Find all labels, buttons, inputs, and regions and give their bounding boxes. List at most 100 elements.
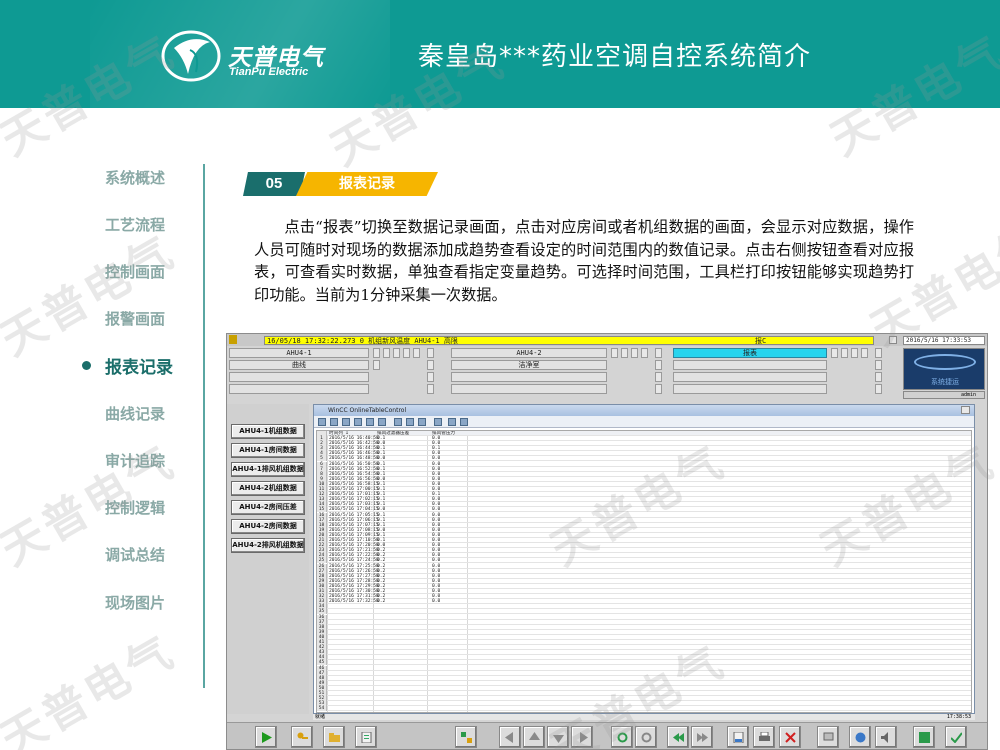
nav-left-button[interactable] <box>499 726 521 748</box>
screen-button-empty[interactable] <box>229 384 369 394</box>
report-screenshot: 16/05/18 17:32:22.273 0 机组新风温度_AHU4-1_高限… <box>226 333 988 750</box>
screen-button-empty[interactable] <box>673 360 827 370</box>
nav-cell[interactable] <box>413 348 420 358</box>
screen-button-empty[interactable] <box>673 372 827 382</box>
nav-cell[interactable] <box>621 348 628 358</box>
first-page-icon[interactable] <box>330 418 338 426</box>
back-button[interactable] <box>667 726 689 748</box>
language-button[interactable] <box>913 726 935 748</box>
forward-button[interactable] <box>691 726 713 748</box>
refresh-icon <box>617 732 628 743</box>
nav-cell[interactable] <box>841 348 848 358</box>
screen-button-empty[interactable] <box>451 384 607 394</box>
screen-button-empty[interactable] <box>229 372 369 382</box>
nav-cell[interactable] <box>393 348 400 358</box>
print-button[interactable] <box>753 726 775 748</box>
report-button-ahu4-1-unit[interactable]: AHU4-1机组数据 <box>231 424 305 439</box>
prev-icon[interactable] <box>342 418 350 426</box>
report-button-ahu4-1-room[interactable]: AHU4-1房间数据 <box>231 443 305 458</box>
company-logo-box: 系统捷运 <box>903 348 985 390</box>
nav-item-commissioning[interactable]: 调试总结 <box>80 539 200 569</box>
screen-button-cleanroom[interactable]: 洁净室 <box>451 360 607 370</box>
nav-cell[interactable] <box>655 348 662 358</box>
nav-item-audit[interactable]: 审计追踪 <box>80 445 200 475</box>
nav-cell[interactable] <box>861 348 868 358</box>
nav-item-photos[interactable]: 现场图片 <box>80 587 200 617</box>
table-row[interactable]: 54 <box>317 706 971 712</box>
nav-cell[interactable] <box>403 348 410 358</box>
help-button[interactable] <box>849 726 871 748</box>
report-button-ahu4-1-exhaust[interactable]: AHU4-1排风机组数据 <box>231 462 305 477</box>
nav-cell[interactable] <box>655 384 662 394</box>
nav-cell[interactable] <box>383 348 390 358</box>
nav-cell[interactable] <box>373 360 380 370</box>
nav-cell[interactable] <box>655 360 662 370</box>
time-range-icon[interactable] <box>394 418 402 426</box>
bottom-toolbar <box>227 722 987 749</box>
close-icon[interactable] <box>961 406 970 414</box>
report-button-ahu4-2-unit[interactable]: AHU4-2机组数据 <box>231 481 305 496</box>
screen-button-trend[interactable]: 曲线 <box>229 360 369 370</box>
screen-button-empty[interactable] <box>451 372 607 382</box>
report-button-ahu4-2-pressure[interactable]: AHU4-2房间压差 <box>231 500 305 515</box>
nav-item-logic[interactable]: 控制逻辑 <box>80 492 200 522</box>
nav-cell[interactable] <box>427 348 434 358</box>
arrow-down-icon <box>553 735 564 743</box>
nav-item-overview[interactable]: 系统概述 <box>80 162 200 192</box>
nav-cell[interactable] <box>851 348 858 358</box>
nav-item-process[interactable]: 工艺流程 <box>80 209 200 239</box>
screen-button-report[interactable]: 报表 <box>673 348 827 358</box>
nav-cell[interactable] <box>631 348 638 358</box>
report-button-ahu4-2-room[interactable]: AHU4-2房间数据 <box>231 519 305 534</box>
last-page-icon[interactable] <box>366 418 374 426</box>
chart-icon[interactable] <box>434 418 442 426</box>
folder-button[interactable] <box>323 726 345 748</box>
nav-item-report[interactable]: 报表记录 <box>80 350 200 380</box>
select-column-icon[interactable] <box>406 418 414 426</box>
user-login-button[interactable] <box>291 726 313 748</box>
sound-button[interactable] <box>875 726 897 748</box>
nav-cell[interactable] <box>373 348 380 358</box>
screen-button-empty[interactable] <box>673 384 827 394</box>
nav-cell[interactable] <box>427 372 434 382</box>
alarm-bell-icon[interactable] <box>229 335 237 344</box>
alarm-message[interactable]: 16/05/18 17:32:22.273 0 机组新风温度_AHU4-1_高限… <box>264 336 874 345</box>
redo-button[interactable] <box>635 726 657 748</box>
nav-cell[interactable] <box>875 360 882 370</box>
export-icon[interactable] <box>418 418 426 426</box>
nav-cell[interactable] <box>641 348 648 358</box>
screen-button-ahu4-2[interactable]: AHU4-2 <box>451 348 607 358</box>
runtime-start-button[interactable] <box>255 726 277 748</box>
screen-button-ahu4-1[interactable]: AHU4-1 <box>229 348 369 358</box>
nav-right-button[interactable] <box>571 726 593 748</box>
nav-cell[interactable] <box>831 348 838 358</box>
nav-cell[interactable] <box>611 348 618 358</box>
alarm-ack-icon[interactable] <box>889 336 897 344</box>
nav-up-button[interactable] <box>523 726 545 748</box>
nav-cell[interactable] <box>875 384 882 394</box>
nav-cell[interactable] <box>427 384 434 394</box>
nav-down-button[interactable] <box>547 726 569 748</box>
stop-icon[interactable] <box>378 418 386 426</box>
delete-button[interactable] <box>779 726 801 748</box>
nav-cell[interactable] <box>427 360 434 370</box>
config-icon[interactable] <box>318 418 326 426</box>
nav-cell[interactable] <box>875 372 882 382</box>
overview-button[interactable] <box>455 726 477 748</box>
save-report-button[interactable] <box>727 726 749 748</box>
grid-icon <box>461 732 472 743</box>
nav-item-control[interactable]: 控制画面 <box>80 256 200 286</box>
report-button[interactable] <box>355 726 377 748</box>
edit-icon[interactable] <box>460 418 468 426</box>
print-icon[interactable] <box>448 418 456 426</box>
nav-cell[interactable] <box>875 348 882 358</box>
nav-item-alarm[interactable]: 报警画面 <box>80 303 200 333</box>
refresh-button[interactable] <box>611 726 633 748</box>
nav-item-trend[interactable]: 曲线记录 <box>80 398 200 428</box>
hardcopy-button[interactable] <box>817 726 839 748</box>
nav-cell[interactable] <box>655 372 662 382</box>
document-save-icon <box>733 732 744 743</box>
next-icon[interactable] <box>354 418 362 426</box>
exit-button[interactable] <box>945 726 967 748</box>
report-button-ahu4-2-exhaust[interactable]: AHU4-2排风机组数据 <box>231 538 305 553</box>
